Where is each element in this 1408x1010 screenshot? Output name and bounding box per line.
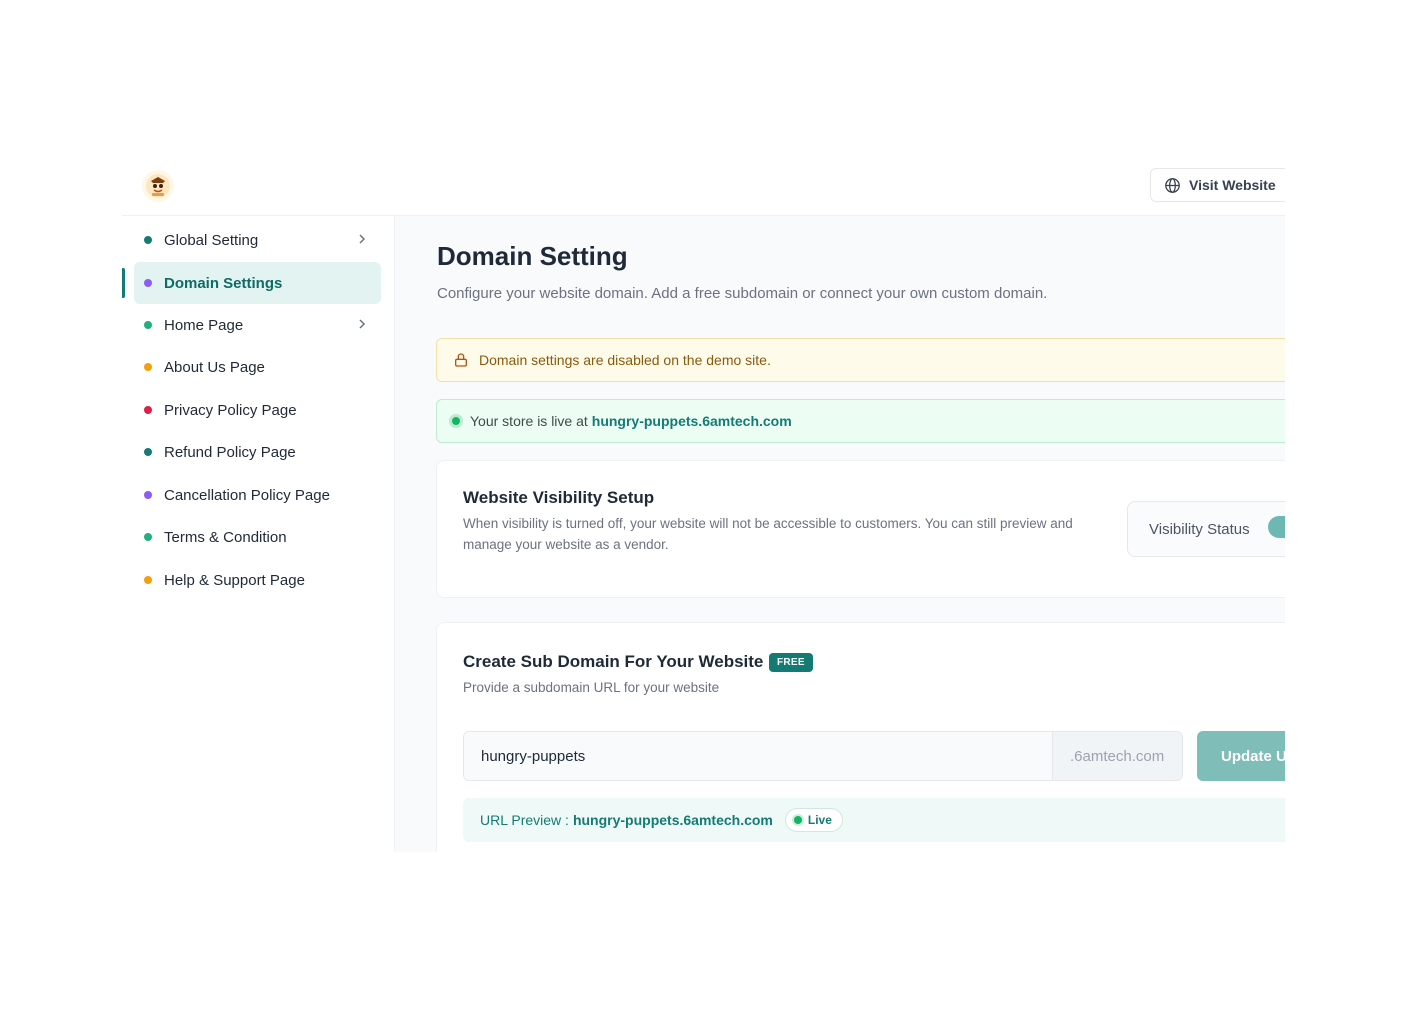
status-dot — [144, 533, 152, 541]
visit-website-label: Visit Website — [1189, 177, 1276, 193]
sidebar-item-home-page[interactable]: Home Page — [134, 304, 381, 346]
visibility-desc-line1: When visibility is turned off, your webs… — [463, 516, 1073, 531]
free-badge: FREE — [769, 653, 813, 672]
status-dot — [144, 321, 152, 329]
sidebar-item-label: Terms & Condition — [164, 528, 287, 546]
live-banner-prefix: Your store is live at — [470, 413, 588, 429]
status-dot — [144, 236, 152, 244]
visibility-description: When visibility is turned off, your webs… — [463, 513, 1073, 555]
status-dot — [144, 279, 152, 287]
live-badge-label: Live — [807, 813, 832, 827]
visit-website-button[interactable]: Visit Website — [1150, 168, 1285, 202]
subdomain-input[interactable] — [464, 732, 1052, 780]
page-title: Domain Setting — [437, 241, 628, 271]
status-dot — [144, 448, 152, 456]
top-bar: Visit Website — [122, 160, 1285, 216]
subdomain-input-group: .6amtech.com — [463, 731, 1183, 781]
live-badge: Live — [784, 808, 843, 832]
visibility-title: Website Visibility Setup — [463, 488, 655, 507]
sidebar-item-global-setting[interactable]: Global Setting — [134, 219, 381, 261]
page-subtitle: Configure your website domain. Add a fre… — [437, 285, 1048, 302]
update-url-button[interactable]: Update URL — [1197, 731, 1285, 781]
subdomain-card: Create Sub Domain For Your Website FREE … — [436, 622, 1285, 852]
status-dot — [144, 406, 152, 414]
sidebar-item-refund-policy[interactable]: Refund Policy Page — [134, 431, 381, 473]
sidebar-item-help-support[interactable]: Help & Support Page — [134, 559, 381, 601]
sidebar-item-terms-condition[interactable]: Terms & Condition — [134, 516, 381, 558]
chevron-right-icon — [357, 232, 367, 250]
sidebar-item-label: Home Page — [164, 316, 244, 334]
sidebar-item-label: Help & Support Page — [164, 571, 305, 589]
visibility-status-box: Visibility Status — [1127, 501, 1285, 557]
live-banner-text: Your store is live at hungry-puppets.6amt… — [470, 413, 792, 429]
live-dot-icon — [793, 816, 802, 824]
lock-icon — [453, 352, 469, 368]
url-preview-value: hungry-puppets.6amtech.com — [572, 812, 773, 828]
subdomain-title: Create Sub Domain For Your Website — [463, 652, 764, 671]
sidebar-item-label: About Us Page — [164, 358, 265, 376]
sidebar-item-label: Privacy Policy Page — [164, 401, 297, 419]
app-frame: Visit Website Global Setting Domain Sett… — [122, 160, 1285, 852]
visibility-card: Website Visibility Setup When visibility… — [436, 460, 1285, 598]
url-preview: URL Preview : hungry-puppets.6amtech.com… — [463, 798, 1285, 842]
domain-suffix: .6amtech.com — [1052, 732, 1182, 780]
sidebar-item-domain-settings[interactable]: Domain Settings — [134, 262, 381, 304]
store-live-banner: Your store is live at hungry-puppets.6amt… — [436, 399, 1285, 443]
sidebar-item-about-us[interactable]: About Us Page — [134, 346, 381, 388]
visibility-toggle[interactable] — [1268, 516, 1285, 538]
chevron-right-icon — [357, 317, 367, 335]
live-status-dot — [452, 417, 460, 425]
sidebar-item-label: Domain Settings — [164, 274, 283, 292]
warning-text: Domain settings are disabled on the demo… — [479, 352, 771, 368]
visibility-status-label: Visibility Status — [1149, 520, 1250, 538]
status-dot — [144, 491, 152, 499]
subdomain-description: Provide a subdomain URL for your website — [463, 680, 720, 695]
visibility-desc-line2: manage your website as a vendor. — [463, 537, 669, 552]
url-preview-label: URL Preview : — [480, 812, 569, 828]
status-dot — [144, 576, 152, 584]
sidebar-item-label: Cancellation Policy Page — [164, 486, 330, 504]
globe-icon — [1164, 177, 1181, 194]
live-store-link[interactable]: hungry-puppets.6amtech.com — [592, 413, 792, 429]
sidebar-item-cancellation-policy[interactable]: Cancellation Policy Page — [134, 474, 381, 516]
sidebar-item-label: Global Setting — [164, 231, 259, 249]
main-content: Domain Setting Configure your website do… — [395, 216, 1285, 852]
active-indicator — [122, 268, 125, 298]
settings-sidebar: Global Setting Domain Settings Home Page… — [122, 216, 395, 852]
sidebar-item-label: Refund Policy Page — [164, 443, 296, 461]
puppet-logo-icon[interactable] — [142, 170, 174, 202]
demo-warning-banner: Domain settings are disabled on the demo… — [436, 338, 1285, 382]
sidebar-item-privacy-policy[interactable]: Privacy Policy Page — [134, 389, 381, 431]
status-dot — [144, 363, 152, 371]
